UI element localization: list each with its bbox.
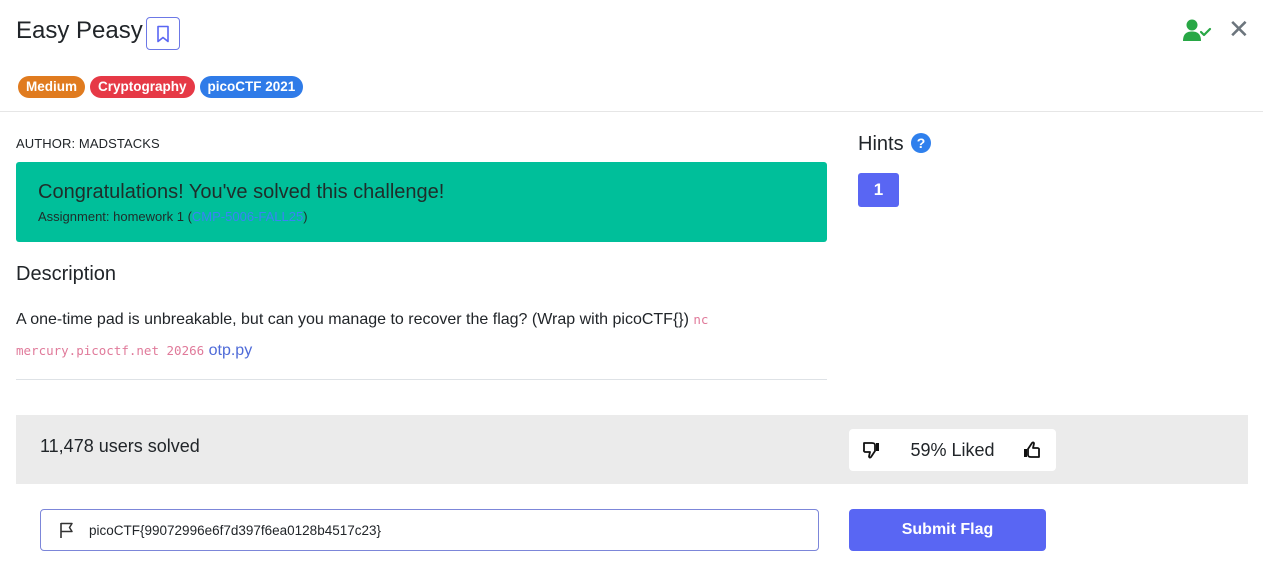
assignment-link[interactable]: CMP-5006-FALL25	[192, 209, 303, 224]
user-check-icon[interactable]	[1183, 18, 1213, 44]
hints-heading: Hints	[858, 133, 904, 155]
difficulty-badge[interactable]: Medium	[18, 76, 86, 98]
flag-field[interactable]	[40, 509, 819, 551]
page-title: Easy Peasy	[16, 17, 143, 44]
assignment-line: Assignment: homework 1 (CMP-5006-FALL25)	[38, 209, 308, 224]
description-body: A one-time pad is unbreakable, but can y…	[16, 311, 694, 328]
bookmark-icon	[157, 25, 169, 42]
flag-icon	[60, 522, 73, 538]
author-label: AUTHOR: MADSTACKS	[16, 136, 160, 151]
description-text: A one-time pad is unbreakable, but can y…	[16, 304, 796, 366]
like-panel: 59% Liked	[849, 429, 1056, 471]
help-icon[interactable]: ?	[911, 133, 931, 153]
code-nc: nc	[693, 312, 709, 327]
category-badge[interactable]: Cryptography	[90, 76, 195, 98]
submit-flag-button[interactable]: Submit Flag	[849, 509, 1046, 551]
assignment-prefix: Assignment: homework 1 (	[38, 209, 192, 224]
divider	[0, 111, 1263, 112]
description-divider	[16, 379, 827, 380]
code-host: mercury.picoctf.net 20266	[16, 343, 205, 358]
success-heading: Congratulations! You've solved this chal…	[38, 181, 445, 203]
assignment-suffix: )	[303, 209, 308, 224]
bookmark-button[interactable]	[146, 17, 180, 50]
thumbs-up-icon[interactable]	[1022, 440, 1042, 460]
event-badge[interactable]: picoCTF 2021	[199, 76, 304, 98]
hint-button-1[interactable]: 1	[858, 173, 899, 207]
stats-band	[16, 415, 1248, 484]
close-icon[interactable]: ✕	[1228, 16, 1250, 42]
flag-input[interactable]	[89, 518, 789, 542]
success-alert: Congratulations! You've solved this chal…	[16, 162, 827, 242]
solved-count: 11,478 users solved	[40, 436, 200, 456]
otp-file-link[interactable]: otp.py	[209, 342, 253, 359]
tag-list: Medium Cryptography picoCTF 2021	[18, 76, 304, 98]
description-heading: Description	[16, 263, 117, 285]
